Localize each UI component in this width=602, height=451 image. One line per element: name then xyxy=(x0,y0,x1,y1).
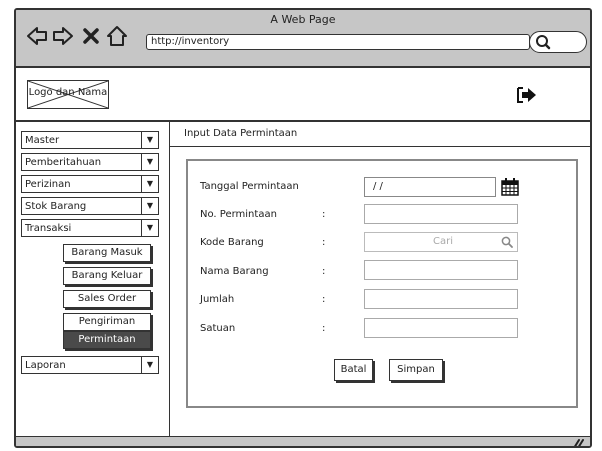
field-label-nama-barang: Nama Barang xyxy=(200,266,269,277)
divider xyxy=(170,146,590,147)
chevron-down-icon[interactable]: ▼ xyxy=(141,176,158,192)
field-label-tanggal: Tanggal Permintaan xyxy=(200,181,299,192)
field-colon: : xyxy=(322,323,326,334)
logout-icon[interactable] xyxy=(516,85,538,105)
submenu-permintaan[interactable]: Permintaan xyxy=(63,331,151,349)
field-label-kode-barang: Kode Barang xyxy=(200,237,264,248)
forward-arrow-icon[interactable] xyxy=(52,25,74,47)
sidebar-item-pemberitahuan[interactable]: Pemberitahuan ▼ xyxy=(21,153,159,171)
field-label-no-permintaan: No. Permintaan xyxy=(200,209,277,220)
sidebar-item-transaksi[interactable]: Transaksi ▼ xyxy=(21,219,159,237)
calendar-icon[interactable] xyxy=(500,177,520,197)
sidebar-item-label: Laporan xyxy=(25,360,66,371)
submenu-barang-masuk[interactable]: Barang Masuk xyxy=(63,244,151,262)
chevron-down-icon[interactable]: ▼ xyxy=(141,220,158,236)
field-label-satuan: Satuan xyxy=(200,323,236,334)
save-button[interactable]: Simpan xyxy=(389,359,443,381)
home-icon[interactable] xyxy=(106,25,128,47)
form-panel: Tanggal Permintaan / / No. Permintaan : … xyxy=(186,159,578,408)
sidebar-item-label: Master xyxy=(25,135,60,146)
content-title: Input Data Permintaan xyxy=(184,128,298,139)
browser-window: A Web Page http://inventory Logo dan Nam… xyxy=(14,8,592,448)
jumlah-input[interactable] xyxy=(364,289,518,309)
submenu-pengiriman[interactable]: Pengiriman xyxy=(63,313,151,331)
sidebar-item-perizinan[interactable]: Perizinan ▼ xyxy=(21,175,159,193)
satuan-input[interactable] xyxy=(364,318,518,338)
app-header: Logo dan Nama xyxy=(16,68,590,122)
field-colon: : xyxy=(322,209,326,220)
field-colon: : xyxy=(322,237,326,248)
submenu-sales-order[interactable]: Sales Order xyxy=(63,290,151,308)
submenu-barang-keluar[interactable]: Barang Keluar xyxy=(63,267,151,285)
no-permintaan-input[interactable] xyxy=(364,204,518,224)
field-colon: : xyxy=(322,294,326,305)
url-input[interactable]: http://inventory xyxy=(146,34,530,50)
page-title: A Web Page xyxy=(270,13,336,26)
sidebar: Master ▼ Pemberitahuan ▼ Perizinan ▼ Sto… xyxy=(16,122,170,446)
chevron-down-icon[interactable]: ▼ xyxy=(141,357,158,373)
sidebar-item-label: Transaksi xyxy=(25,223,72,234)
status-bar xyxy=(16,436,590,448)
kode-barang-search-input[interactable]: Cari xyxy=(364,232,518,252)
cancel-button[interactable]: Batal xyxy=(334,359,373,381)
date-input[interactable]: / / xyxy=(364,177,496,197)
logo-text: Logo dan Nama xyxy=(28,87,108,98)
resize-handle-icon[interactable] xyxy=(572,437,584,448)
chevron-down-icon[interactable]: ▼ xyxy=(141,132,158,148)
search-icon[interactable] xyxy=(501,236,513,248)
sidebar-item-master[interactable]: Master ▼ xyxy=(21,131,159,149)
browser-search-button[interactable] xyxy=(529,31,587,53)
field-colon: : xyxy=(322,266,326,277)
nama-barang-input[interactable] xyxy=(364,260,518,280)
field-label-jumlah: Jumlah xyxy=(200,294,235,305)
sidebar-item-stok-barang[interactable]: Stok Barang ▼ xyxy=(21,197,159,215)
sidebar-item-label: Perizinan xyxy=(25,179,71,190)
chevron-down-icon[interactable]: ▼ xyxy=(141,154,158,170)
chevron-down-icon[interactable]: ▼ xyxy=(141,198,158,214)
sidebar-item-label: Stok Barang xyxy=(25,201,87,212)
browser-toolbar: A Web Page http://inventory xyxy=(16,10,590,68)
search-placeholder: Cari xyxy=(433,236,453,247)
logo: Logo dan Nama xyxy=(27,80,109,109)
back-arrow-icon[interactable] xyxy=(26,25,48,47)
close-icon[interactable] xyxy=(80,25,102,47)
search-icon xyxy=(536,35,551,50)
sidebar-item-label: Pemberitahuan xyxy=(25,157,102,168)
sidebar-item-laporan[interactable]: Laporan ▼ xyxy=(21,356,159,374)
